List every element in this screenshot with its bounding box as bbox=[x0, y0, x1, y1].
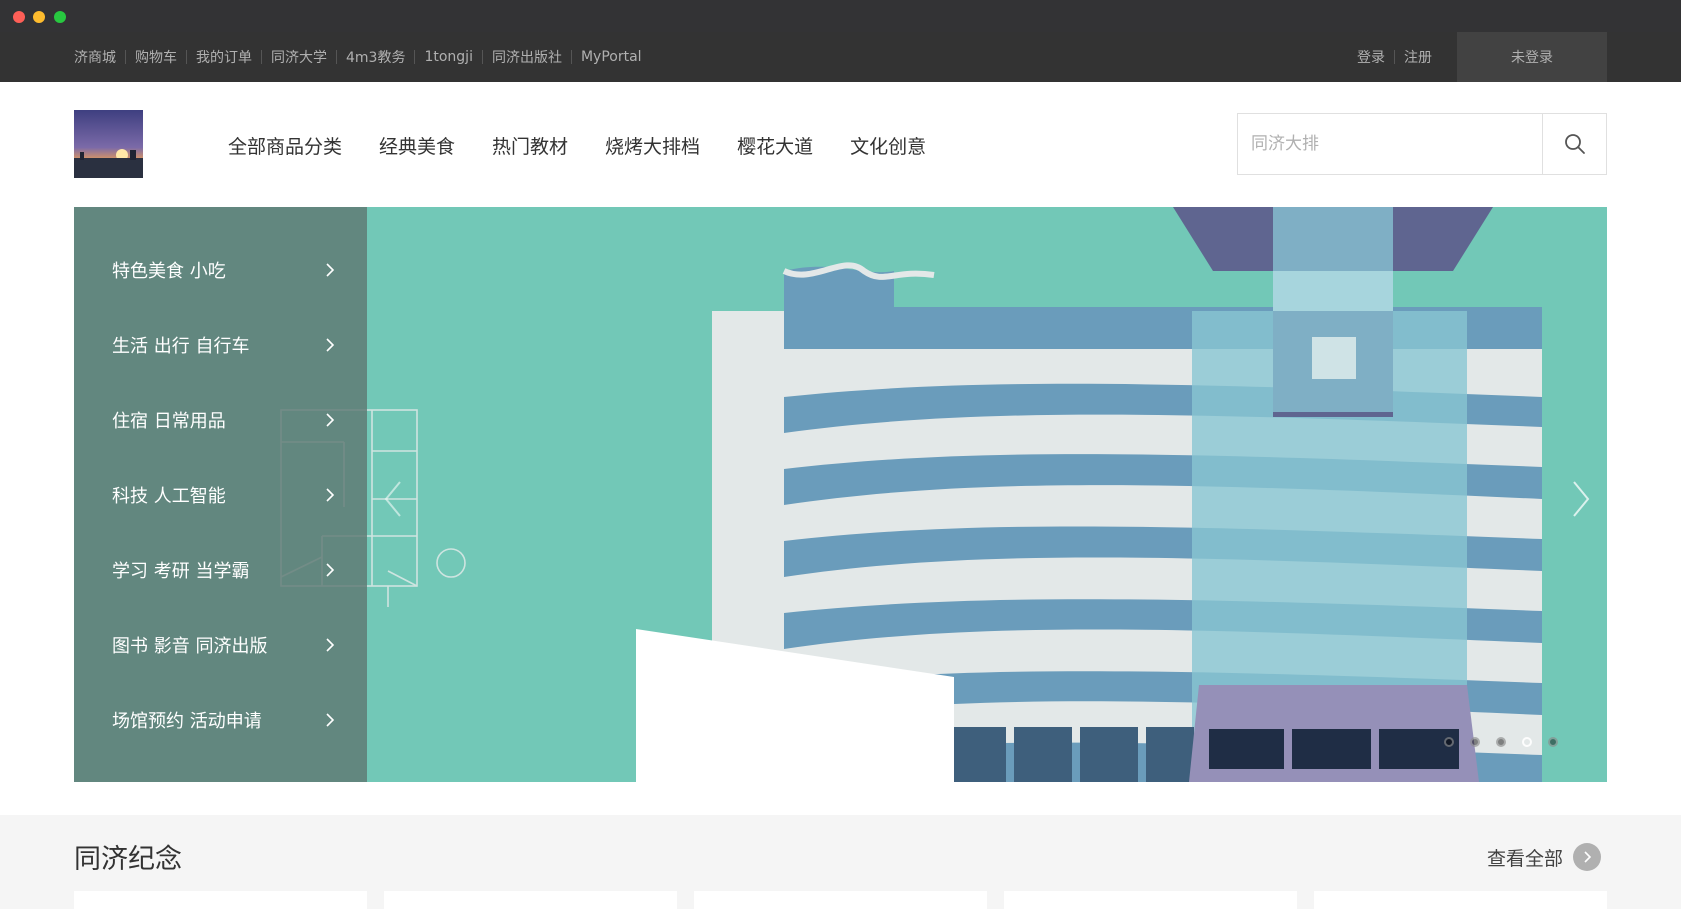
divider bbox=[481, 50, 483, 64]
site-logo[interactable] bbox=[74, 110, 143, 178]
carousel-dot-4[interactable] bbox=[1522, 737, 1532, 747]
search-icon bbox=[1564, 134, 1585, 154]
divider bbox=[261, 50, 262, 64]
user-links: 登录 注册 bbox=[1357, 32, 1432, 82]
category-label: 图书 影音 同济出版 bbox=[112, 635, 268, 657]
carousel-dot-1[interactable] bbox=[1444, 737, 1454, 747]
chevron-left-icon bbox=[384, 481, 401, 517]
chevron-right-icon bbox=[326, 712, 335, 727]
toplink-orders[interactable]: 我的订单 bbox=[196, 47, 252, 67]
category-item-books[interactable]: 图书 影音 同济出版 bbox=[74, 607, 367, 682]
category-label: 特色美食 小吃 bbox=[112, 260, 226, 282]
divider bbox=[125, 50, 126, 64]
toplink-1tongji[interactable]: 1tongji bbox=[424, 49, 473, 65]
search-button[interactable] bbox=[1542, 114, 1606, 174]
category-label: 学习 考研 当学霸 bbox=[112, 560, 250, 582]
nav-cultural-creative[interactable]: 文化创意 bbox=[850, 132, 926, 159]
divider bbox=[336, 50, 337, 64]
carousel-prev-button[interactable] bbox=[374, 474, 414, 524]
nav-all-categories[interactable]: 全部商品分类 bbox=[228, 132, 342, 159]
souvenir-section: 同济纪念 查看全部 bbox=[0, 815, 1681, 909]
maximize-window-button[interactable] bbox=[54, 11, 66, 23]
toplink-cart[interactable]: 购物车 bbox=[135, 47, 177, 67]
product-card[interactable] bbox=[74, 891, 367, 909]
register-link[interactable]: 注册 bbox=[1404, 47, 1432, 67]
divider bbox=[414, 50, 416, 64]
product-card[interactable] bbox=[1004, 891, 1297, 909]
toplink-jishangcheng[interactable]: 济商城 bbox=[74, 47, 116, 67]
chevron-right-icon bbox=[326, 412, 335, 427]
nav-classic-food[interactable]: 经典美食 bbox=[379, 132, 455, 159]
view-all-label: 查看全部 bbox=[1487, 847, 1564, 870]
carousel-dot-2[interactable] bbox=[1470, 737, 1480, 747]
category-menu: 特色美食 小吃 生活 出行 自行车 住宿 日常用品 科技 人工智能 学习 考研 … bbox=[74, 207, 367, 782]
category-item-housing[interactable]: 住宿 日常用品 bbox=[74, 382, 367, 457]
search-box bbox=[1237, 113, 1607, 175]
nav-bbq[interactable]: 烧烤大排档 bbox=[605, 132, 700, 159]
view-all-link[interactable]: 查看全部 bbox=[1487, 843, 1602, 871]
toplink-myportal[interactable]: MyPortal bbox=[581, 49, 642, 65]
toplink-press[interactable]: 同济出版社 bbox=[492, 47, 562, 67]
carousel-dot-5[interactable] bbox=[1548, 737, 1558, 747]
product-card[interactable] bbox=[384, 891, 677, 909]
top-links: 济商城 购物车 我的订单 同济大学 4m3教务 1tongji 同济出版社 My… bbox=[74, 32, 642, 82]
hero-banner: 特色美食 小吃 生活 出行 自行车 住宿 日常用品 科技 人工智能 学习 考研 … bbox=[74, 207, 1607, 782]
chevron-right-icon bbox=[1573, 843, 1602, 871]
product-cards bbox=[74, 891, 1624, 909]
category-label: 生活 出行 自行车 bbox=[112, 335, 250, 357]
minimize-window-button[interactable] bbox=[33, 11, 45, 23]
toplink-4m3[interactable]: 4m3教务 bbox=[346, 47, 405, 67]
chevron-right-icon bbox=[326, 337, 335, 352]
carousel-pagination bbox=[1444, 737, 1574, 747]
product-card[interactable] bbox=[694, 891, 987, 909]
chevron-right-icon bbox=[326, 262, 335, 277]
toplink-tongji-university[interactable]: 同济大学 bbox=[271, 47, 327, 67]
search-input[interactable] bbox=[1238, 114, 1542, 174]
category-item-study[interactable]: 学习 考研 当学霸 bbox=[74, 532, 367, 607]
category-label: 住宿 日常用品 bbox=[112, 410, 226, 432]
login-link[interactable]: 登录 bbox=[1357, 47, 1385, 67]
nav-cherry-avenue[interactable]: 樱花大道 bbox=[737, 132, 813, 159]
category-item-tech[interactable]: 科技 人工智能 bbox=[74, 457, 367, 532]
section-title: 同济纪念 bbox=[74, 844, 182, 875]
chevron-right-icon bbox=[326, 487, 335, 502]
top-bar: 济商城 购物车 我的订单 同济大学 4m3教务 1tongji 同济出版社 My… bbox=[0, 32, 1681, 82]
product-card[interactable] bbox=[1314, 891, 1607, 909]
divider bbox=[186, 50, 187, 64]
divider bbox=[1394, 50, 1395, 64]
login-status-button[interactable]: 未登录 bbox=[1457, 32, 1607, 82]
campus-sunset-logo-icon bbox=[74, 110, 143, 178]
category-label: 科技 人工智能 bbox=[112, 485, 226, 507]
category-item-venue[interactable]: 场馆预约 活动申请 bbox=[74, 682, 367, 757]
window-titlebar bbox=[0, 0, 1681, 32]
close-window-button[interactable] bbox=[13, 11, 25, 23]
divider bbox=[570, 50, 572, 64]
chevron-right-icon bbox=[326, 637, 335, 652]
carousel-dot-3[interactable] bbox=[1496, 737, 1506, 747]
category-label: 场馆预约 活动申请 bbox=[112, 710, 262, 732]
chevron-right-icon bbox=[1573, 481, 1590, 517]
category-item-food[interactable]: 特色美食 小吃 bbox=[74, 232, 367, 307]
carousel-next-button[interactable] bbox=[1560, 474, 1600, 524]
nav-hot-textbooks[interactable]: 热门教材 bbox=[492, 132, 568, 159]
category-item-life[interactable]: 生活 出行 自行车 bbox=[74, 307, 367, 382]
main-nav: 全部商品分类 经典美食 热门教材 烧烤大排档 樱花大道 文化创意 bbox=[228, 127, 963, 163]
chevron-right-icon bbox=[326, 562, 335, 577]
